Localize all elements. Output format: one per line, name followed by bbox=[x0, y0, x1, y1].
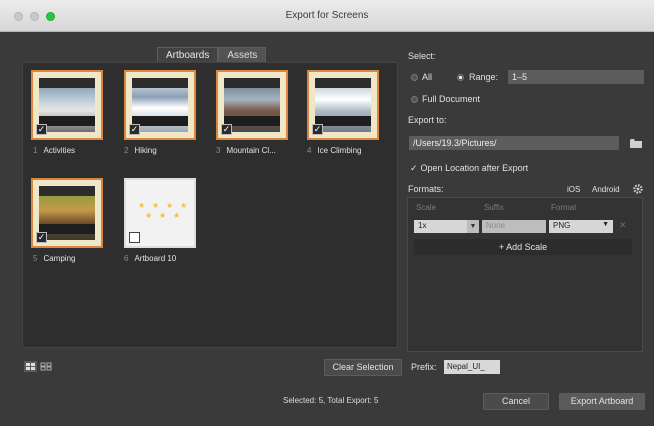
artboard-label: 2 Hiking bbox=[124, 146, 157, 155]
android-preset-button[interactable]: Android bbox=[592, 185, 620, 194]
export-artboard-button[interactable]: Export Artboard bbox=[559, 393, 645, 410]
scale-column-header: Scale bbox=[416, 203, 437, 212]
artboard-preview-header bbox=[39, 78, 95, 88]
artboard-checkbox[interactable]: ✓ bbox=[312, 124, 323, 135]
open-location-checkbox[interactable]: ✓ Open Location after Export bbox=[410, 163, 528, 174]
ios-preset-button[interactable]: iOS bbox=[567, 185, 580, 194]
range-input[interactable]: 1–5 bbox=[508, 70, 644, 84]
artboard-label: 3 Mountain Cl... bbox=[216, 146, 276, 155]
artboard-preview-footer bbox=[39, 224, 95, 234]
artboard-thumbnail[interactable]: ✓ bbox=[216, 70, 288, 140]
title-bar: Export for Screens bbox=[0, 0, 654, 32]
check-icon: ✓ bbox=[410, 163, 418, 173]
window-title: Export for Screens bbox=[285, 10, 369, 21]
artboard-preview-header bbox=[132, 78, 188, 88]
artboard-checkbox[interactable]: ✓ bbox=[36, 124, 47, 135]
remove-scale-icon[interactable]: ✕ bbox=[619, 220, 627, 231]
chevron-down-icon[interactable]: ▼ bbox=[467, 220, 479, 233]
export-path-input[interactable]: /Users/19.3/Pictures/ bbox=[409, 136, 619, 150]
artboard-preview-header bbox=[224, 78, 280, 88]
export-status: Selected: 5, Total Export: 5 bbox=[283, 396, 379, 405]
artboard-label: 5 Camping bbox=[33, 254, 76, 263]
artboard-thumbnail[interactable]: ✓ bbox=[124, 70, 196, 140]
artboard-preview-header bbox=[39, 186, 95, 196]
artboard-label: 6 Artboard 10 bbox=[124, 254, 177, 263]
gear-icon[interactable] bbox=[633, 184, 643, 194]
svg-text:★: ★ bbox=[138, 201, 145, 210]
svg-text:★: ★ bbox=[159, 211, 166, 220]
svg-text:★: ★ bbox=[152, 201, 159, 210]
suffix-input[interactable]: None bbox=[482, 220, 546, 233]
artboard-preview-stars: ★ ★ ★ ★ ★ ★ ★ bbox=[138, 201, 187, 220]
artboard-checkbox[interactable]: ✓ bbox=[129, 232, 140, 243]
grid-view-icon[interactable] bbox=[24, 361, 37, 372]
artboard-checkbox[interactable]: ✓ bbox=[129, 124, 140, 135]
artboard-preview-footer bbox=[315, 116, 371, 126]
tab-bar: Artboards Assets bbox=[157, 47, 267, 63]
scale-select[interactable]: 1x bbox=[414, 220, 467, 233]
clear-selection-button[interactable]: Clear Selection bbox=[324, 359, 402, 376]
tab-assets[interactable]: Assets bbox=[218, 47, 267, 63]
radio-full-document[interactable] bbox=[411, 96, 418, 103]
svg-text:★: ★ bbox=[180, 201, 187, 210]
radio-range[interactable] bbox=[457, 74, 464, 81]
suffix-column-header: Suffix bbox=[484, 203, 504, 212]
artboard-preview-footer bbox=[224, 116, 280, 126]
svg-text:★: ★ bbox=[173, 211, 180, 220]
list-view-icon[interactable] bbox=[40, 361, 53, 372]
prefix-input[interactable]: Nepal_UI_ bbox=[444, 360, 500, 374]
radio-all[interactable] bbox=[411, 74, 418, 81]
chevron-down-icon: ▼ bbox=[602, 221, 609, 228]
artboard-checkbox[interactable]: ✓ bbox=[221, 124, 232, 135]
svg-text:★: ★ bbox=[145, 211, 152, 220]
radio-all-label: All bbox=[422, 72, 433, 82]
artboard-thumbnail[interactable]: ✓ bbox=[307, 70, 379, 140]
radio-full-document-label: Full Document bbox=[422, 94, 481, 104]
tab-artboards[interactable]: Artboards bbox=[157, 47, 219, 63]
artboard-label: 4 Ice Climbing bbox=[307, 146, 362, 155]
add-scale-button[interactable]: + Add Scale bbox=[414, 239, 632, 255]
select-heading: Select: bbox=[408, 51, 436, 61]
artboard-checkbox[interactable]: ✓ bbox=[36, 232, 47, 243]
prefix-label: Prefix: bbox=[411, 362, 437, 372]
svg-text:★: ★ bbox=[166, 201, 173, 210]
formats-heading: Formats: bbox=[408, 184, 444, 194]
format-select[interactable]: PNG ▼ bbox=[549, 220, 613, 233]
format-column-header: Format bbox=[551, 203, 577, 212]
artboard-preview-footer bbox=[39, 116, 95, 126]
radio-range-label: Range: bbox=[469, 72, 499, 82]
artboard-thumbnail[interactable]: ✓ bbox=[31, 70, 103, 140]
artboard-preview-footer bbox=[132, 116, 188, 126]
artboard-preview-header bbox=[315, 78, 371, 88]
export-dialog: Export for Screens Artboards Assets ✓ 1A… bbox=[0, 0, 654, 426]
artboard-label: 1 Activities bbox=[33, 146, 76, 155]
artboard-thumbnail[interactable]: ★ ★ ★ ★ ★ ★ ★ ✓ bbox=[124, 178, 196, 248]
export-to-heading: Export to: bbox=[408, 115, 447, 125]
artboard-thumbnail[interactable]: ✓ bbox=[31, 178, 103, 248]
cancel-button[interactable]: Cancel bbox=[483, 393, 549, 410]
format-select-value: PNG bbox=[553, 221, 571, 230]
folder-icon[interactable] bbox=[630, 138, 642, 148]
